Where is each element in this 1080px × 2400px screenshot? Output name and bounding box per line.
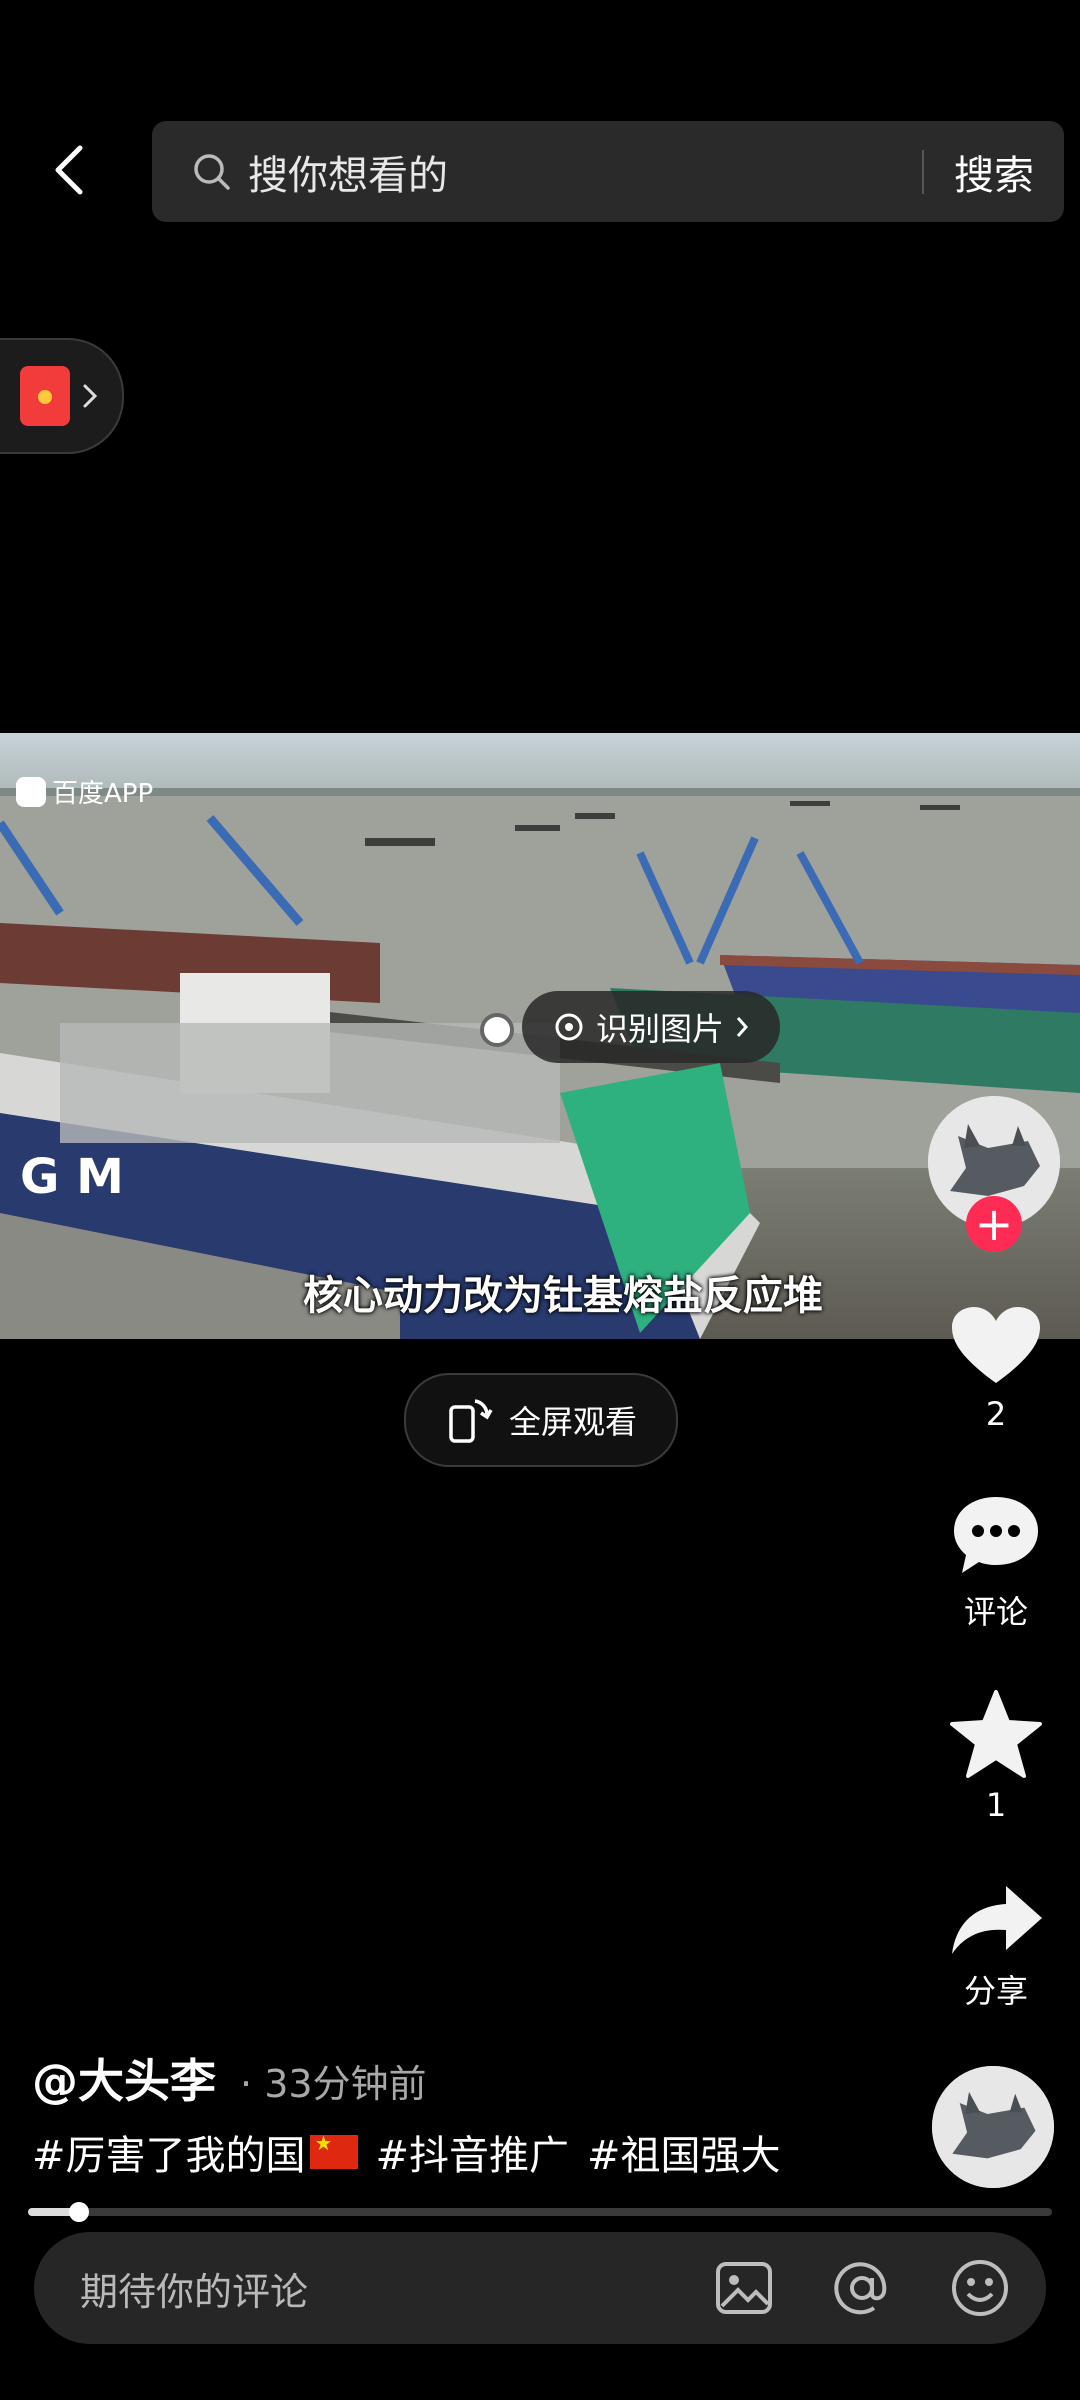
emoji-icon[interactable]: [948, 2256, 1012, 2320]
fullscreen-button[interactable]: 全屏观看: [404, 1373, 678, 1467]
author-name[interactable]: @大头李: [32, 2045, 216, 2111]
post-time: · 33分钟前: [240, 2053, 427, 2108]
music-disc[interactable]: [932, 2066, 1054, 2188]
hashtag-1-text: #厉害了我的国: [32, 2133, 306, 2179]
watermark-text: 百度APP: [52, 779, 154, 809]
fullscreen-label: 全屏观看: [508, 1403, 637, 1441]
hashtags: #厉害了我的国 #抖音推广 #祖国强大: [32, 2123, 781, 2181]
share-button[interactable]: 分享: [930, 1882, 1062, 2012]
playback-progress[interactable]: [28, 2202, 1052, 2222]
favorite-button[interactable]: 1: [930, 1690, 1062, 1824]
china-flag-icon: [309, 2131, 358, 2169]
meta-separator: ·: [240, 2062, 253, 2106]
search-icon: [194, 153, 230, 190]
comment-bar[interactable]: 期待你的评论: [34, 2232, 1046, 2344]
heart-icon: [952, 1307, 1040, 1383]
at-icon[interactable]: [830, 2256, 894, 2320]
search-bar[interactable]: 搜你想看的 搜索: [152, 121, 1064, 222]
like-count: 2: [985, 1395, 1007, 1433]
comment-label: 评论: [963, 1593, 1028, 1631]
recognize-icon: [555, 1013, 583, 1041]
video-player[interactable]: G M 百度APP 识别图片 核心动力改为钍基熔盐反应堆: [0, 733, 1080, 1339]
image-icon[interactable]: [712, 2256, 776, 2320]
back-icon[interactable]: [40, 140, 100, 200]
comment-button[interactable]: 评论: [930, 1493, 1062, 1633]
follow-button[interactable]: +: [966, 1196, 1022, 1252]
svg-text:G M: G M: [20, 1149, 124, 1205]
star-icon: [950, 1690, 1042, 1778]
hashtag-2[interactable]: #抖音推广: [376, 2123, 570, 2181]
like-button[interactable]: 2: [930, 1305, 1062, 1433]
share-label: 分享: [963, 1972, 1028, 2010]
comment-input[interactable]: 期待你的评论: [80, 2261, 712, 2316]
video-subtitle: 核心动力改为钍基熔盐反应堆: [303, 1273, 823, 1319]
fullscreen-icon: [449, 1399, 493, 1443]
chevron-right-icon: [736, 1017, 749, 1037]
favorite-count: 1: [985, 1786, 1007, 1824]
hashtag-3[interactable]: #祖国强大: [587, 2123, 781, 2181]
comment-icon: [954, 1497, 1038, 1573]
progress-knob[interactable]: [69, 2202, 90, 2222]
recognize-image-button[interactable]: 识别图片: [522, 991, 780, 1063]
watermark: 百度APP: [16, 773, 153, 810]
post-time-text: 33分钟前: [264, 2062, 427, 2106]
hashtag-1[interactable]: #厉害了我的国: [32, 2123, 358, 2181]
post-meta: @大头李 · 33分钟前: [32, 2045, 427, 2111]
recognize-dot: [480, 1013, 514, 1047]
red-packet-icon: [20, 366, 70, 426]
baidu-paw-icon: [16, 776, 46, 807]
red-packet-button[interactable]: [0, 338, 124, 454]
chevron-right-icon: [83, 384, 98, 408]
recognize-label: 识别图片: [595, 1010, 724, 1048]
search-button[interactable]: 搜索: [924, 143, 1064, 201]
share-icon: [952, 1886, 1042, 1954]
search-input[interactable]: 搜你想看的: [248, 143, 922, 201]
fighter-jet-image: [932, 2066, 1054, 2188]
